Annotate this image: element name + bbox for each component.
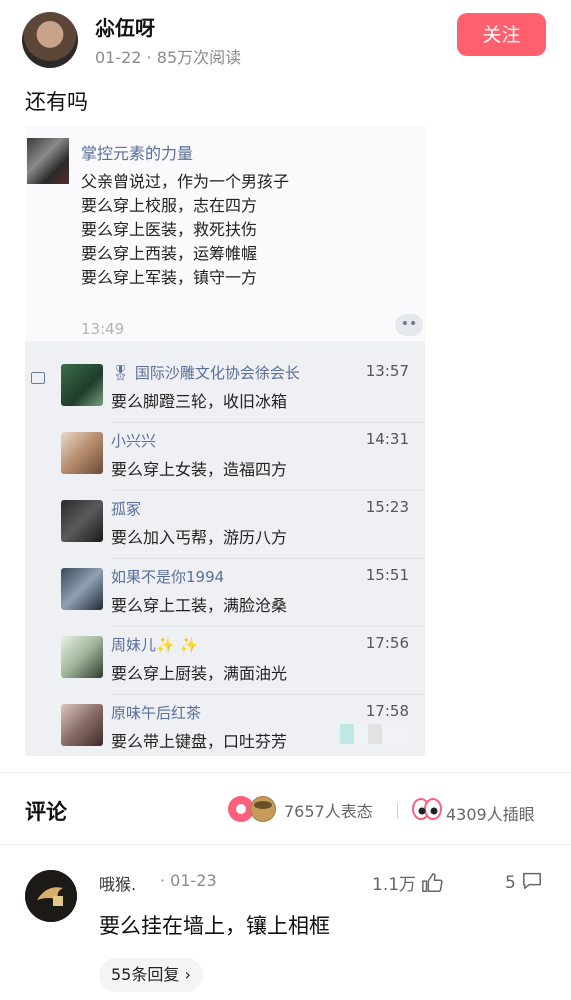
reply-count: 5 — [505, 873, 516, 893]
comment-time: 17:58 — [365, 702, 409, 720]
comment-date: · 01-23 — [160, 871, 217, 890]
avatar — [61, 432, 103, 474]
comment-time: 15:51 — [365, 566, 409, 584]
chat-comment: 周妹儿✨ ✨ 17:56 要么穿上厨装，满面油光 — [61, 626, 425, 694]
chat-comment: 如果不是你1994 15:51 要么穿上工装，满脸沧桑 — [61, 558, 425, 626]
reply-button[interactable]: 5 — [505, 870, 543, 893]
post-text: 还有吗 — [25, 90, 88, 114]
comment-time: 14:31 — [365, 430, 409, 448]
comment-author-name: 国际沙雕文化协会徐会长 — [134, 364, 300, 382]
comment-text: 要么穿上女装，造福四方 — [111, 460, 288, 479]
author-name[interactable]: 尛伍呀 — [95, 12, 155, 41]
comment-text: 要么挂在墙上，镶上相框 — [99, 914, 330, 938]
view-replies-button[interactable]: 55条回复 › — [99, 958, 203, 992]
post-date: 01-22 — [95, 48, 142, 67]
reaction-count: 7657人表态 — [284, 802, 373, 821]
card-line: 要么穿上校服，志在四方 — [81, 196, 258, 215]
chat-comment: 🎖 国际沙雕文化协会徐会长 13:57 要么脚蹬三轮，收旧冰箱 — [61, 354, 425, 422]
watermark — [340, 724, 410, 744]
comment-author: 如果不是你1994 — [111, 568, 225, 586]
comment-text: 要么加入丐帮，游历八方 — [111, 528, 288, 547]
comment-author: 🎖 国际沙雕文化协会徐会长 — [111, 362, 300, 383]
card-avatar — [27, 138, 69, 184]
comment-time: 15:23 — [365, 498, 409, 516]
avatar — [61, 500, 103, 542]
follow-button[interactable]: 关注 — [457, 13, 546, 56]
card-line: 要么穿上医装，救死扶伤 — [81, 220, 258, 239]
comment-time: 13:57 — [365, 362, 409, 380]
post-image[interactable]: 掌控元素的力量 父亲曾说过，作为一个男孩子 要么穿上校服，志在四方 要么穿上医装… — [25, 126, 425, 756]
chat-comment: 孤冢 15:23 要么加入丐帮，游历八方 — [61, 490, 425, 558]
card-line: 要么穿上军装，镇守一方 — [81, 268, 258, 287]
comment-icon — [31, 372, 45, 384]
divider — [0, 844, 571, 845]
card-line: 父亲曾说过，作为一个男孩子 — [81, 172, 290, 191]
comment-time: 17:56 — [365, 634, 409, 652]
comment-text: 要么穿上工装，满脸沧桑 — [111, 596, 288, 615]
comment-bubble-icon — [523, 872, 542, 890]
card-author: 掌控元素的力量 — [81, 144, 194, 163]
commenter-name[interactable]: 哦猴. — [99, 871, 136, 895]
eye-count: 4309人插眼 — [446, 805, 535, 824]
avatar — [61, 568, 103, 610]
divider — [397, 803, 398, 819]
chat-comment: 小兴兴 14:31 要么穿上女装，造福四方 — [61, 422, 425, 490]
comment-author: 周妹儿✨ ✨ — [111, 636, 199, 654]
comment-author: 原味午后红茶 — [111, 704, 202, 722]
moment-card: 掌控元素的力量 父亲曾说过，作为一个男孩子 要么穿上校服，志在四方 要么穿上医装… — [25, 126, 425, 341]
commenter-avatar[interactable] — [25, 870, 77, 922]
card-time: 13:49 — [81, 320, 125, 338]
avatar — [61, 636, 103, 678]
comment-author: 孤冢 — [111, 500, 142, 518]
author-avatar[interactable] — [22, 12, 78, 68]
thumbs-up-icon — [422, 873, 444, 892]
like-button[interactable]: 1.1万 — [372, 870, 444, 895]
eyes-icon — [412, 798, 442, 824]
doge-emoji-icon — [250, 796, 276, 822]
avatar — [61, 704, 103, 746]
comment-author: 小兴兴 — [111, 432, 157, 450]
avatar — [61, 364, 103, 406]
comment-text: 要么脚蹬三轮，收旧冰箱 — [111, 392, 288, 411]
comments-title: 评论 — [25, 800, 67, 824]
divider — [0, 772, 571, 773]
post-meta: 01-22 · 85万次阅读 — [95, 48, 242, 67]
comment-text: 要么带上键盘，口吐芬芳 — [111, 732, 288, 751]
card-line: 要么穿上西装，运筹帷幄 — [81, 244, 258, 263]
comment-text: 要么穿上厨装，满面油光 — [111, 664, 288, 683]
more-icon: •• — [395, 314, 423, 336]
like-count: 1.1万 — [372, 875, 417, 895]
post-views: 85万次阅读 — [156, 48, 242, 67]
medal-icon: 🎖 — [111, 364, 131, 382]
